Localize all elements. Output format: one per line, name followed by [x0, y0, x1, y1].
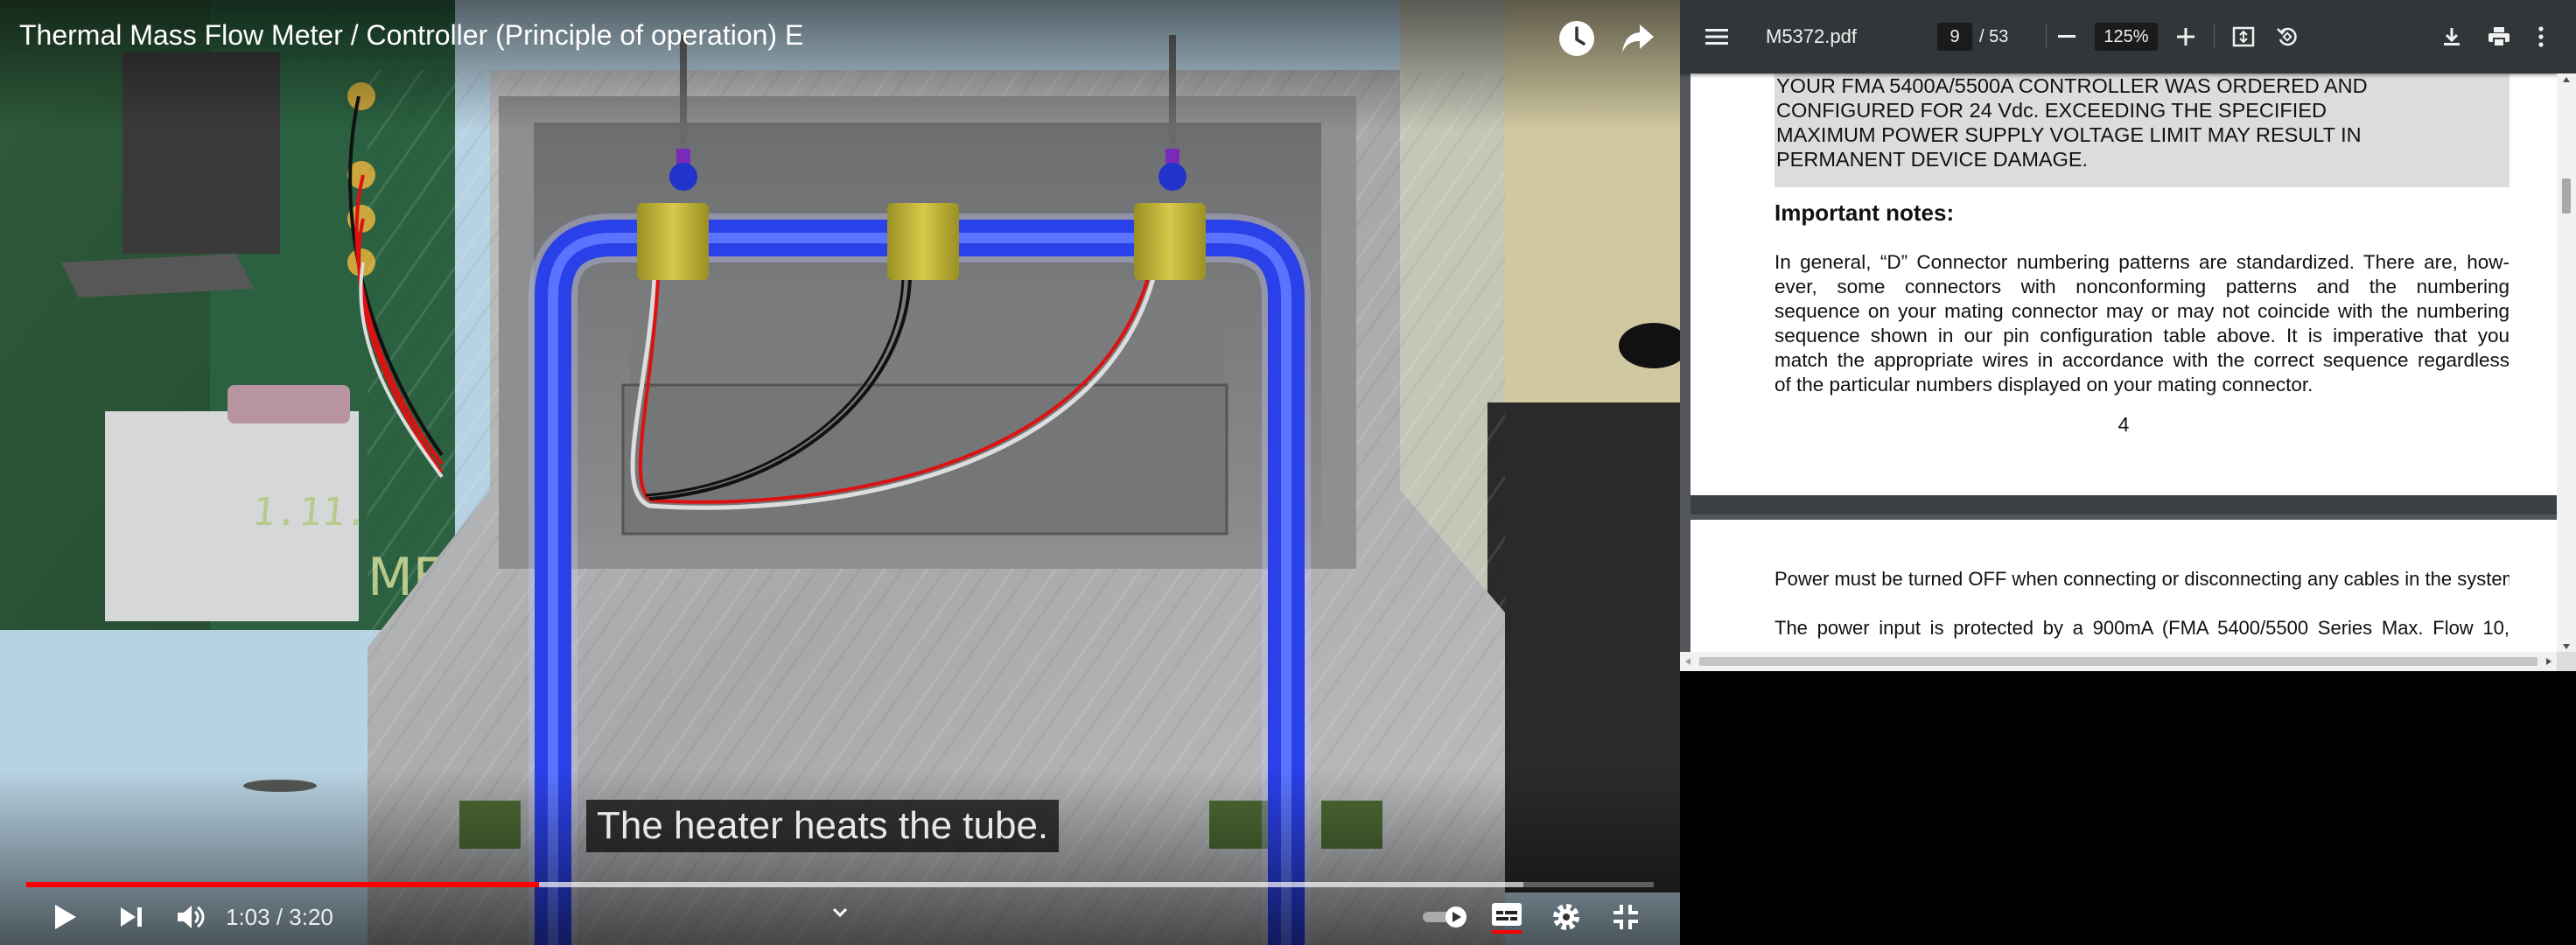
zoom-out-button[interactable]	[2048, 18, 2086, 56]
scroll-right-arrow-icon[interactable]	[2546, 658, 2552, 665]
clock-icon[interactable]	[1558, 19, 1596, 58]
svg-text:1.11.: 1.11.	[250, 490, 371, 535]
rotate-icon	[2277, 27, 2297, 46]
scroll-up-arrow-icon[interactable]	[2563, 77, 2570, 82]
plus-icon	[2177, 28, 2194, 46]
share-arrow-icon[interactable]	[1619, 19, 1657, 58]
chapter-chevron-button[interactable]	[822, 900, 858, 926]
notes-heading: Important notes:	[1774, 200, 1955, 226]
next-button[interactable]	[110, 896, 152, 938]
play-icon	[55, 905, 76, 929]
warning-line: PERMANENT DEVICE DAMAGE.	[1776, 148, 2089, 171]
page-total: / 53	[1979, 27, 2009, 46]
volume-button[interactable]	[170, 896, 212, 938]
subtitles-button[interactable]	[1486, 896, 1528, 938]
fit-page-button[interactable]	[2224, 18, 2263, 56]
video-title[interactable]: Thermal Mass Flow Meter / Controller (Pr…	[19, 19, 803, 52]
file-name: M5372.pdf	[1766, 25, 1857, 47]
pdf-page: Power must be turned OFF when connecting…	[1690, 520, 2557, 671]
body-text-line: sequence shown in our pin configuration …	[1774, 325, 2510, 346]
download-icon	[2444, 28, 2460, 46]
gear-icon	[1553, 904, 1579, 930]
more-vert-icon	[2538, 26, 2544, 47]
menu-button[interactable]	[1698, 18, 1736, 56]
settings-button[interactable]	[1545, 896, 1587, 938]
body-text-line: In general, “D” Connector numbering patt…	[1774, 251, 2510, 273]
volume-icon	[178, 906, 205, 928]
body-text-line: of the particular numbers displayed on y…	[1774, 374, 2314, 396]
horizontal-scrollbar[interactable]	[1680, 652, 2557, 671]
play-button[interactable]	[44, 896, 86, 938]
scroll-left-arrow-icon[interactable]	[1685, 658, 1690, 665]
page-separator	[1690, 495, 2557, 514]
autoplay-toggle-icon	[1423, 906, 1466, 928]
scroll-down-arrow-icon[interactable]	[2563, 644, 2570, 649]
progress-played	[26, 882, 539, 887]
body-text-line: The power input is protected by a 900mA …	[1774, 617, 2510, 639]
autoplay-toggle[interactable]	[1418, 896, 1474, 938]
skip-next-icon	[121, 907, 142, 927]
page-number: 4	[2118, 413, 2130, 436]
vertical-scrollbar[interactable]	[2557, 74, 2576, 654]
body-text-line: match the appropriate wires in accordanc…	[1774, 349, 2510, 371]
hamburger-menu-icon	[1705, 29, 1728, 45]
chevron-down-icon	[832, 907, 848, 918]
pdf-viewer[interactable]: YOUR FMA 5400A/5500A CONTROLLER WAS ORDE…	[1680, 0, 2576, 671]
more-options-button[interactable]	[2522, 18, 2560, 56]
zoom-in-button[interactable]	[2166, 18, 2205, 56]
print-icon	[2488, 27, 2510, 47]
exit-fullscreen-button[interactable]	[1605, 896, 1647, 938]
body-text-line: ever, some connectors with nonconforming…	[1774, 276, 2510, 298]
warning-line: CONFIGURED FOR 24 Vdc. EXCEEDING THE SPE…	[1776, 99, 2327, 122]
pdf-page: YOUR FMA 5400A/5500A CONTROLLER WAS ORDE…	[1690, 74, 2557, 495]
warning-line: YOUR FMA 5400A/5500A CONTROLLER WAS ORDE…	[1776, 74, 2368, 97]
caption-text: The heater heats the tube.	[586, 800, 1060, 852]
subtitles-icon	[1492, 903, 1522, 934]
warning-line: MAXIMUM POWER SUPPLY VOLTAGE LIMIT MAY R…	[1776, 123, 2362, 146]
zoom-input[interactable]: 125%	[2095, 23, 2158, 51]
download-button[interactable]	[2432, 18, 2471, 56]
video-player[interactable]: 1.11. ME	[0, 0, 1680, 945]
body-text-line: Power must be turned OFF when connecting…	[1774, 568, 2510, 590]
toolbar-divider	[2214, 24, 2215, 49]
print-button[interactable]	[2480, 18, 2518, 56]
body-text-line: sequence on your mating connector may or…	[1774, 300, 2510, 322]
empty-desktop-area	[1680, 671, 2576, 945]
exit-fullscreen-icon	[1614, 905, 1638, 929]
fit-page-icon	[2232, 26, 2255, 47]
page-number-input[interactable]: 9	[1937, 23, 1972, 51]
minus-icon	[2058, 35, 2076, 38]
vertical-scroll-thumb[interactable]	[2562, 178, 2571, 214]
scrollbar-corner	[2557, 652, 2576, 671]
pdf-toolbar: M5372.pdf 9 / 53 125%	[1680, 0, 2576, 74]
progress-bar[interactable]	[26, 882, 1654, 887]
rotate-button[interactable]	[2268, 18, 2306, 56]
horizontal-scroll-thumb[interactable]	[1699, 657, 2538, 666]
time-display: 1:03 / 3:20	[226, 904, 333, 930]
toolbar-divider	[2046, 24, 2047, 49]
